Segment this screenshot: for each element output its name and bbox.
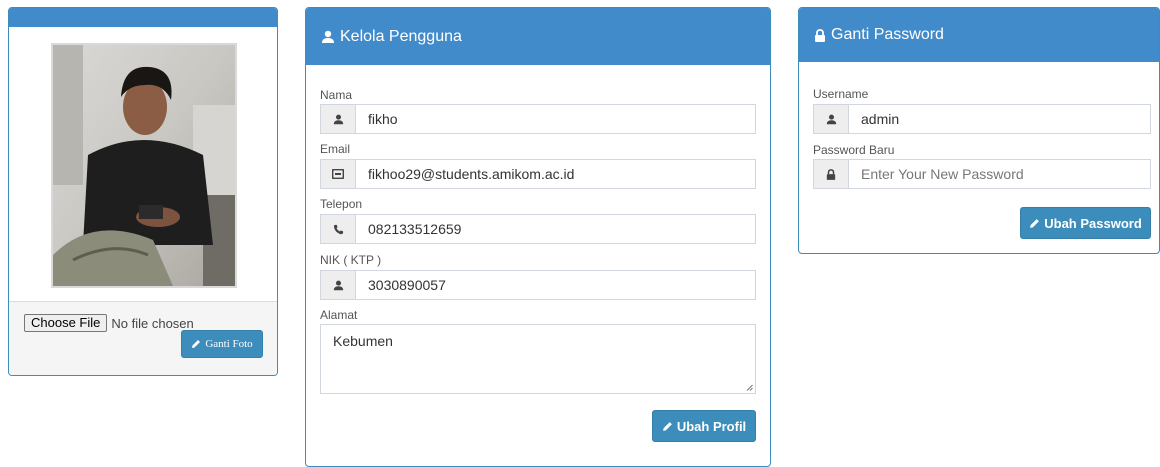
alamat-textarea[interactable]: Kebumen [320, 324, 756, 394]
phone-icon [333, 224, 343, 234]
user-icon [333, 114, 343, 124]
telepon-field[interactable]: 082133512659 [320, 214, 756, 244]
alamat-value: Kebumen [333, 333, 393, 349]
ganti-password-title: Ganti Password [831, 26, 944, 43]
profile-photo-image [53, 45, 235, 286]
ganti-password-header: Ganti Password [799, 8, 1159, 62]
file-input[interactable]: Choose File No file chosen [24, 314, 194, 332]
telepon-input[interactable]: 082133512659 [356, 215, 755, 243]
ganti-password-panel: Ganti Password Username admin Password B… [798, 7, 1160, 254]
telepon-addon [321, 215, 356, 243]
envelope-icon [332, 169, 344, 179]
ganti-foto-label: Ganti Foto [205, 338, 253, 350]
photo-panel-footer: Choose File No file chosen Ganti Foto [9, 301, 277, 375]
user-icon [826, 114, 836, 124]
lock-icon [815, 28, 825, 42]
user-icon [333, 280, 343, 290]
password-baru-input[interactable]: Enter Your New Password [849, 160, 1150, 188]
username-label: Username [813, 87, 869, 101]
telepon-label: Telepon [320, 197, 363, 211]
choose-file-button[interactable]: Choose File [24, 314, 108, 332]
nama-field[interactable]: fikho [320, 104, 756, 134]
username-field[interactable]: admin [813, 104, 1151, 134]
nama-label: Nama [320, 88, 353, 102]
lock-icon [826, 168, 836, 180]
pencil-icon [662, 421, 672, 431]
ubah-profil-button[interactable]: Ubah Profil [652, 410, 756, 442]
ubah-password-label: Ubah Password [1044, 215, 1142, 231]
pencil-icon [1030, 218, 1040, 228]
alamat-label: Alamat [320, 308, 358, 322]
nik-addon [321, 271, 356, 299]
resize-grip-icon[interactable] [746, 384, 753, 391]
profile-photo [51, 43, 237, 288]
password-baru-field[interactable]: Enter Your New Password [813, 159, 1151, 189]
kelola-pengguna-title: Kelola Pengguna [340, 27, 462, 45]
email-addon [321, 160, 356, 188]
nik-field[interactable]: 3030890057 [320, 270, 756, 300]
pencil-icon [192, 340, 201, 348]
ubah-password-button[interactable]: Ubah Password [1020, 207, 1151, 239]
kelola-pengguna-panel: Kelola Pengguna Nama fikho Email fikhoo2… [305, 7, 771, 467]
ganti-foto-button[interactable]: Ganti Foto [181, 330, 263, 358]
file-status-text: No file chosen [111, 315, 194, 331]
nama-input[interactable]: fikho [356, 105, 755, 133]
photo-panel: Choose File No file chosen Ganti Foto [8, 7, 278, 376]
email-input[interactable]: fikhoo29@students.amikom.ac.id [356, 160, 755, 188]
username-addon [814, 105, 849, 133]
email-label: Email [320, 142, 351, 156]
ubah-profil-label: Ubah Profil [676, 418, 747, 434]
nik-input[interactable]: 3030890057 [356, 271, 755, 299]
kelola-pengguna-header: Kelola Pengguna [306, 8, 770, 65]
nik-label: NIK ( KTP ) [320, 253, 382, 267]
password-addon [814, 160, 849, 188]
username-input[interactable]: admin [849, 105, 1150, 133]
nama-addon [321, 105, 356, 133]
email-field[interactable]: fikhoo29@students.amikom.ac.id [320, 159, 756, 189]
password-baru-label: Password Baru [813, 143, 895, 157]
photo-panel-header [9, 8, 277, 27]
user-icon [322, 30, 334, 43]
